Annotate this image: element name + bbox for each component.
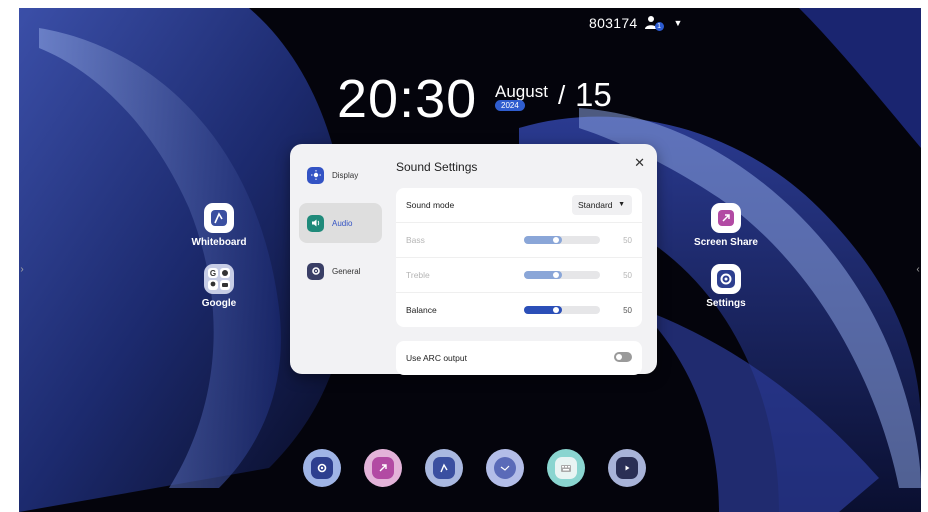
app-screen-share[interactable]: Screen Share [691,203,761,248]
gear-icon [307,262,324,280]
balance-slider[interactable] [524,306,600,314]
bass-slider[interactable] [524,236,600,244]
user-id: 803174 [589,15,638,31]
app-dock [303,449,646,487]
sound-settings-dialog: Display Audio General Sound Settings ✕ S… [290,144,657,375]
chevron-down-icon[interactable]: ▼ [674,18,683,28]
sound-mode-value: Standard [578,200,613,210]
treble-label: Treble [406,270,430,280]
dock-clock[interactable] [486,449,524,487]
settings-nav: Display Audio General [299,155,382,299]
screen-share-icon [711,203,741,233]
youtube-icon [616,457,638,479]
arc-toggle[interactable] [614,352,632,362]
bass-slider-knob[interactable] [553,237,559,243]
app-settings[interactable]: Settings [691,264,761,309]
chevron-down-icon: ▼ [618,201,625,208]
clock-icon [494,457,516,479]
bass-label: Bass [406,235,425,245]
nav-label: Display [332,170,359,180]
settings-icon [311,457,333,479]
dock-settings[interactable] [303,449,341,487]
clock-time: 20:30 [337,69,478,129]
settings-icon [711,264,741,294]
sound-mode-row: Sound mode Standard ▼ [396,188,642,223]
balance-row: Balance 50 [396,293,642,327]
arc-row: Use ARC output [396,341,642,375]
balance-slider-knob[interactable] [553,307,559,313]
dock-whiteboard[interactable] [425,449,463,487]
sun-icon [307,166,324,184]
balance-value: 50 [623,305,632,315]
whiteboard-icon [433,457,455,479]
sound-mode-label: Sound mode [406,200,455,210]
speaker-icon [307,214,324,232]
dock-youtube[interactable] [608,449,646,487]
status-bar: 803174 1 ▼ [589,12,682,34]
svg-text:G: G [210,269,216,278]
dock-keyboard[interactable] [547,449,585,487]
app-label: Settings [706,298,746,309]
user-count-badge: 1 [654,22,664,31]
app-label: Screen Share [694,237,758,248]
toggle-knob [616,354,622,360]
treble-value: 50 [623,270,632,280]
app-whiteboard[interactable]: Whiteboard [184,203,254,248]
user-account-icon[interactable]: 1 [644,15,664,31]
nav-label: General [332,266,361,276]
treble-row: Treble 50 [396,258,642,293]
right-edge-handle[interactable]: ‹ [915,260,921,280]
nav-display[interactable]: Display [299,155,382,195]
app-label: Whiteboard [191,237,247,248]
desktop-screen: 803174 1 ▼ 20:30 August 2024 / 15 Whiteb… [19,8,921,512]
dock-screen-share[interactable] [364,449,402,487]
app-label: Google [201,298,237,309]
sound-mode-select[interactable]: Standard ▼ [572,195,632,215]
arc-card: Use ARC output [396,341,642,375]
nav-general[interactable]: General [299,251,382,291]
bass-row: Bass 50 [396,223,642,258]
dialog-title: Sound Settings [396,160,478,174]
arc-label: Use ARC output [406,353,467,363]
date-month: August [495,82,548,101]
balance-label: Balance [406,305,437,315]
treble-slider[interactable] [524,271,600,279]
nav-audio[interactable]: Audio [299,203,382,243]
close-icon[interactable]: ✕ [634,155,645,171]
whiteboard-icon [204,203,234,233]
date-day: 15 [575,76,612,113]
screen-share-icon [372,457,394,479]
nav-label: Audio [332,218,353,228]
google-apps-folder-icon: G [204,264,234,294]
sound-options-card: Sound mode Standard ▼ Bass 50 Treble 50 … [396,188,642,327]
date-year-badge: 2024 [495,100,525,111]
bass-value: 50 [623,235,632,245]
date-separator: / [558,80,566,110]
keyboard-icon [555,457,577,479]
left-edge-handle[interactable]: › [19,260,25,280]
app-google-folder[interactable]: G Google [184,264,254,309]
treble-slider-knob[interactable] [553,272,559,278]
